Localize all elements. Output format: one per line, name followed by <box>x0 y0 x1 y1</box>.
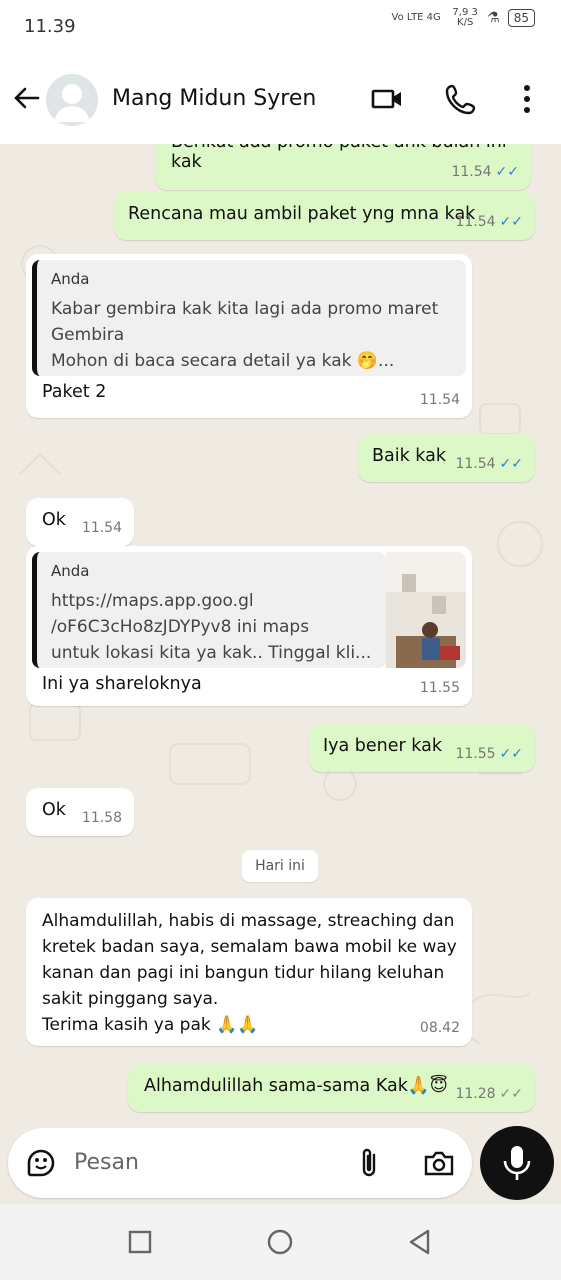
message-text: Ok <box>42 510 66 530</box>
data-speed: 7,9 3 K/S <box>452 7 478 28</box>
status-indicators: Vo LTE 4G 7,9 3 K/S ⚗ 85 <box>389 8 535 28</box>
back-nav-icon[interactable] <box>406 1228 434 1256</box>
more-options-icon[interactable] <box>510 82 544 116</box>
message-meta: 11.28 ✓✓ <box>455 1086 523 1102</box>
message-text: Ini ya shareloknya <box>42 674 202 694</box>
video-call-icon[interactable] <box>370 82 404 116</box>
message-outgoing[interactable]: Alhamdulillah sama-sama Kak🙏😇 11.28 ✓✓ <box>128 1064 535 1112</box>
message-text: Iya bener kak <box>323 736 442 756</box>
message-text: Alhamdulillah sama-sama Kak🙏😇 <box>144 1076 448 1096</box>
message-meta: 11.54 ✓✓ <box>451 164 519 180</box>
attach-icon[interactable] <box>354 1146 384 1180</box>
message-text: Ok <box>42 800 66 820</box>
chat-header: Mang Midun Syren <box>0 56 561 145</box>
message-incoming-reply[interactable]: Anda Kabar gembira kak kita lagi ada pro… <box>26 254 472 418</box>
read-receipt-icon: ✓✓ <box>499 746 523 762</box>
read-receipt-icon: ✓✓ <box>495 164 519 180</box>
read-receipt-icon: ✓✓ <box>499 214 523 230</box>
message-time: 11.58 <box>81 810 122 826</box>
message-meta: 11.54 ✓✓ <box>455 214 523 230</box>
message-incoming[interactable]: Ok 11.54 <box>26 498 134 546</box>
quote-text: Kabar gembira kak kita lagi ada promo ma… <box>51 299 439 371</box>
battery-indicator: 85 <box>507 9 535 27</box>
chat-area[interactable]: Berikut ada promo paket unk bulan ini ka… <box>0 144 561 1124</box>
message-incoming[interactable]: Ok 11.58 <box>26 788 134 836</box>
message-meta: 11.55 ✓✓ <box>455 746 523 762</box>
message-incoming-reply[interactable]: Anda https://maps.app.goo.gl /oF6C3cHo8z… <box>26 546 472 706</box>
message-meta: 11.54 ✓✓ <box>455 456 523 472</box>
quoted-message[interactable]: Anda Kabar gembira kak kita lagi ada pro… <box>32 260 466 376</box>
voice-call-icon[interactable] <box>444 82 478 116</box>
quote-author: Anda <box>51 562 90 580</box>
read-receipt-icon: ✓✓ <box>499 456 523 472</box>
system-nav-bar <box>0 1204 561 1280</box>
sticker-icon[interactable] <box>24 1146 58 1180</box>
compose-bar: Pesan <box>0 1124 561 1204</box>
message-incoming[interactable]: Alhamdulillah, habis di massage, streach… <box>26 898 472 1046</box>
microphone-button[interactable] <box>480 1126 554 1200</box>
message-outgoing[interactable]: Berikut ada promo paket unk bulan ini ka… <box>155 144 531 190</box>
message-time: 11.55 <box>455 746 496 762</box>
message-meta: 11.58 <box>82 810 122 826</box>
alarm-icon: ⚗ <box>487 10 500 26</box>
date-divider: Hari ini <box>242 850 318 882</box>
home-icon[interactable] <box>266 1228 294 1256</box>
message-text: Paket 2 <box>42 382 107 402</box>
message-text: Alhamdulillah, habis di massage, streach… <box>42 911 457 1035</box>
message-text: Baik kak <box>372 446 446 466</box>
message-time: 11.54 <box>81 520 122 536</box>
delivered-receipt-icon: ✓✓ <box>499 1086 523 1102</box>
message-time: 11.28 <box>455 1086 496 1102</box>
message-meta: 11.54 <box>82 520 122 536</box>
avatar[interactable] <box>46 74 98 126</box>
message-meta: 08.42 <box>420 1020 460 1036</box>
message-input[interactable]: Pesan <box>74 1150 139 1175</box>
message-time: 11.54 <box>451 164 492 180</box>
status-bar: 11.39 Vo LTE 4G 7,9 3 K/S ⚗ 85 <box>0 0 561 56</box>
back-arrow-icon[interactable] <box>10 82 42 114</box>
contact-name[interactable]: Mang Midun Syren <box>112 86 316 111</box>
recents-icon[interactable] <box>128 1230 152 1254</box>
message-time: 11.54 <box>455 456 496 472</box>
message-time: 11.54 <box>455 214 496 230</box>
camera-icon[interactable] <box>422 1146 456 1180</box>
status-time: 11.39 <box>24 16 76 37</box>
message-time: 08.42 <box>419 1020 460 1036</box>
quote-thumbnail-image[interactable] <box>386 552 466 668</box>
message-time: 11.54 <box>419 392 460 408</box>
message-outgoing[interactable]: Iya bener kak 11.55 ✓✓ <box>309 724 535 772</box>
message-text: Rencana mau ambil paket yng mna kak <box>128 204 476 224</box>
network-indicator: Vo LTE 4G <box>391 12 441 23</box>
quote-text: https://maps.app.goo.gl /oF6C3cHo8zJDYPy… <box>51 591 372 663</box>
message-input-container[interactable]: Pesan <box>8 1128 472 1198</box>
quoted-message[interactable]: Anda https://maps.app.goo.gl /oF6C3cHo8z… <box>32 552 386 668</box>
microphone-icon <box>503 1146 531 1180</box>
message-meta: 11.54 <box>420 392 460 408</box>
message-outgoing[interactable]: Rencana mau ambil paket yng mna kak 11.5… <box>114 192 535 240</box>
message-outgoing[interactable]: Baik kak 11.54 ✓✓ <box>358 434 535 482</box>
message-time: 11.55 <box>419 680 460 696</box>
message-meta: 11.55 <box>420 680 460 696</box>
quote-author: Anda <box>51 270 90 288</box>
